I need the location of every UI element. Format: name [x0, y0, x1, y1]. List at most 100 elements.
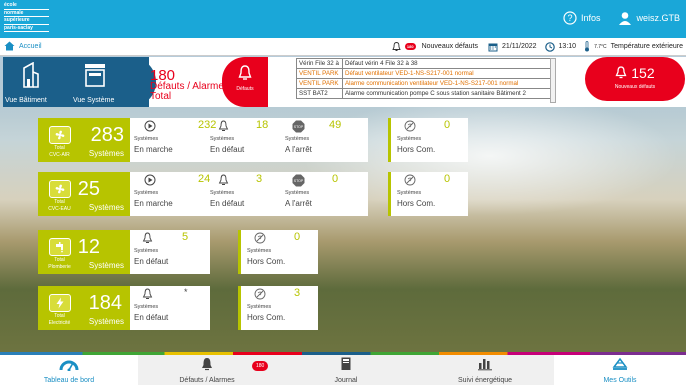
home-icon — [4, 41, 15, 51]
nav-energy[interactable]: Suivi énergétique — [416, 355, 554, 385]
vue-batiment-button[interactable]: Vue Bâtiment — [3, 57, 69, 107]
vue-systeme-button[interactable]: Vue Système — [69, 57, 149, 107]
vue-batiment-label: Vue Bâtiment — [5, 97, 47, 104]
stat-state: Hors Com. — [247, 257, 286, 266]
stat-running[interactable]: 24 Systèmes En marche — [134, 172, 211, 216]
clock-icon — [544, 41, 555, 52]
alarm-row[interactable]: VENTIL PARK Alarme communication ventila… — [296, 78, 554, 89]
group-total-tile[interactable]: 283 Total CVC-AIR Systèmes — [38, 118, 130, 162]
current-date: 21/11/2022 — [502, 43, 537, 50]
dashboard-gauge-icon — [59, 360, 79, 372]
stat-value: 18 — [256, 119, 269, 131]
svg-text:STOP: STOP — [294, 179, 304, 183]
stat-fault[interactable]: * Systèmes En défaut — [134, 286, 208, 330]
group-total-word: Total — [54, 145, 65, 151]
bell-icon — [218, 174, 229, 185]
building-icon — [23, 62, 39, 88]
alarm-source: Vérin File 32 à — [296, 58, 343, 69]
new-defauts-count: 152 — [585, 65, 685, 81]
help-icon[interactable]: ? — [563, 11, 577, 25]
home-link[interactable]: Accueil — [4, 41, 42, 51]
no-signal-icon — [404, 120, 416, 132]
group-name: Plomberie — [48, 264, 71, 270]
stat-offline[interactable]: 0 Systèmes Hors Com. — [247, 230, 317, 274]
bell-icon[interactable] — [392, 41, 401, 52]
home-label: Accueil — [19, 42, 42, 50]
infos-link[interactable]: Infos — [581, 13, 601, 23]
offline-accent-bar — [238, 286, 241, 330]
group-total-label: Total Electricité — [42, 314, 77, 326]
stat-state: A l'arrêt — [285, 145, 312, 154]
user-icon[interactable] — [618, 11, 632, 25]
calendar-icon — [488, 43, 498, 51]
alarm-siren-icon — [202, 358, 212, 371]
alarm-source: VENTIL PARK — [296, 68, 343, 79]
journal-book-icon — [341, 357, 351, 370]
nav-journal[interactable]: Journal — [276, 355, 416, 385]
stat-stopped[interactable]: STOP 49 Systèmes A l'arrêt — [285, 118, 365, 162]
group-total-tile[interactable]: 25 Total CVC-EAU Systèmes — [38, 172, 130, 216]
stat-value: 0 — [444, 119, 451, 131]
stat-offline[interactable]: 0 Systèmes Hors Com. — [397, 118, 467, 162]
group-total-value: 184 — [88, 292, 122, 314]
nav-energy-label: Suivi énergétique — [457, 377, 513, 384]
new-alarm-badge[interactable]: 180 — [404, 43, 416, 50]
alarm-row[interactable]: SST BAT2 Alarme communication pompe C so… — [296, 88, 554, 99]
new-defauts-tile[interactable]: 152 Nouveaux défauts — [585, 57, 685, 101]
user-name[interactable]: weisz.GTB — [636, 13, 680, 23]
stat-systems-label: Systèmes — [210, 190, 235, 196]
logo-line-3: supérieure — [4, 17, 49, 25]
group-total-label: Total Plomberie — [42, 258, 77, 270]
stat-systems-label: Systèmes — [210, 136, 235, 142]
alarm-row[interactable]: VENTIL PARK Défaut ventilateur VED-1-NS-… — [296, 68, 554, 79]
stat-stopped[interactable]: STOP 0 Systèmes A l'arrêt — [285, 172, 365, 216]
stat-running[interactable]: 232 Systèmes En marche — [134, 118, 216, 162]
bell-icon — [142, 288, 153, 299]
stat-state: Hors Com. — [397, 145, 436, 154]
alarm-total-label: Défauts / Alarmes Total — [150, 82, 229, 102]
play-icon — [144, 174, 156, 186]
stat-offline[interactable]: 3 Systèmes Hors Com. — [247, 286, 317, 330]
stat-state: En défaut — [210, 145, 245, 154]
stat-fault[interactable]: 18 Systèmes En défaut — [210, 118, 284, 162]
nav-tools-label: Mes Outils — [603, 377, 637, 384]
defauts-tile[interactable]: Défauts — [222, 57, 268, 107]
stat-systems-label: Systèmes — [247, 248, 272, 254]
alarm-table-scrollbar[interactable] — [550, 58, 556, 103]
group-total-tile[interactable]: 184 Total Electricité Systèmes — [38, 286, 130, 330]
thermometer-icon — [585, 41, 590, 52]
alarm-source: SST BAT2 — [296, 88, 343, 99]
stat-systems-label: Systèmes — [285, 136, 310, 142]
stat-state: Hors Com. — [247, 313, 286, 322]
alarm-source: VENTIL PARK — [296, 78, 343, 89]
stat-state: En défaut — [134, 313, 169, 322]
group-total-word: Total — [54, 199, 65, 205]
new-alarms-label[interactable]: Nouveaux défauts — [422, 43, 478, 50]
stat-value: 49 — [329, 119, 342, 131]
nav-tools[interactable]: Mes Outils — [554, 355, 686, 385]
stat-systems-label: Systèmes — [134, 248, 159, 254]
logo-line-1: école — [4, 2, 49, 10]
alarm-row[interactable]: Vérin File 32 à Défaut vérin 4 File 32 à… — [296, 58, 554, 69]
stat-fault[interactable]: 3 Systèmes En défaut — [210, 172, 284, 216]
nav-dashboard-label: Tableau de bord — [43, 377, 95, 384]
svg-text:STOP: STOP — [294, 125, 304, 129]
group-name: CVC-AIR — [49, 152, 70, 158]
svg-text:?: ? — [567, 13, 572, 23]
group-total-word: Total — [54, 313, 65, 319]
group-total-tile[interactable]: 12 Total Plomberie Systèmes — [38, 230, 130, 274]
nav-alarms-label: Défauts / Alarmes — [179, 377, 235, 384]
stat-systems-label: Systèmes — [134, 304, 159, 310]
stat-offline[interactable]: 0 Systèmes Hors Com. — [397, 172, 467, 216]
group-systems-label: Systèmes — [88, 261, 124, 270]
nav-alarms[interactable]: 180 Défauts / Alarmes — [138, 355, 276, 385]
stat-value: 24 — [198, 173, 211, 185]
alarm-total-label-line2: Total — [150, 91, 172, 102]
group-total-label: Total CVC-EAU — [42, 200, 77, 212]
nav-dashboard[interactable]: Tableau de bord — [0, 355, 138, 385]
group-systems-label: Systèmes — [88, 203, 124, 212]
stat-state: En marche — [134, 199, 173, 208]
stat-value: 0 — [444, 173, 451, 185]
tools-icon — [612, 357, 628, 370]
stat-fault[interactable]: 5 Systèmes En défaut — [134, 230, 208, 274]
